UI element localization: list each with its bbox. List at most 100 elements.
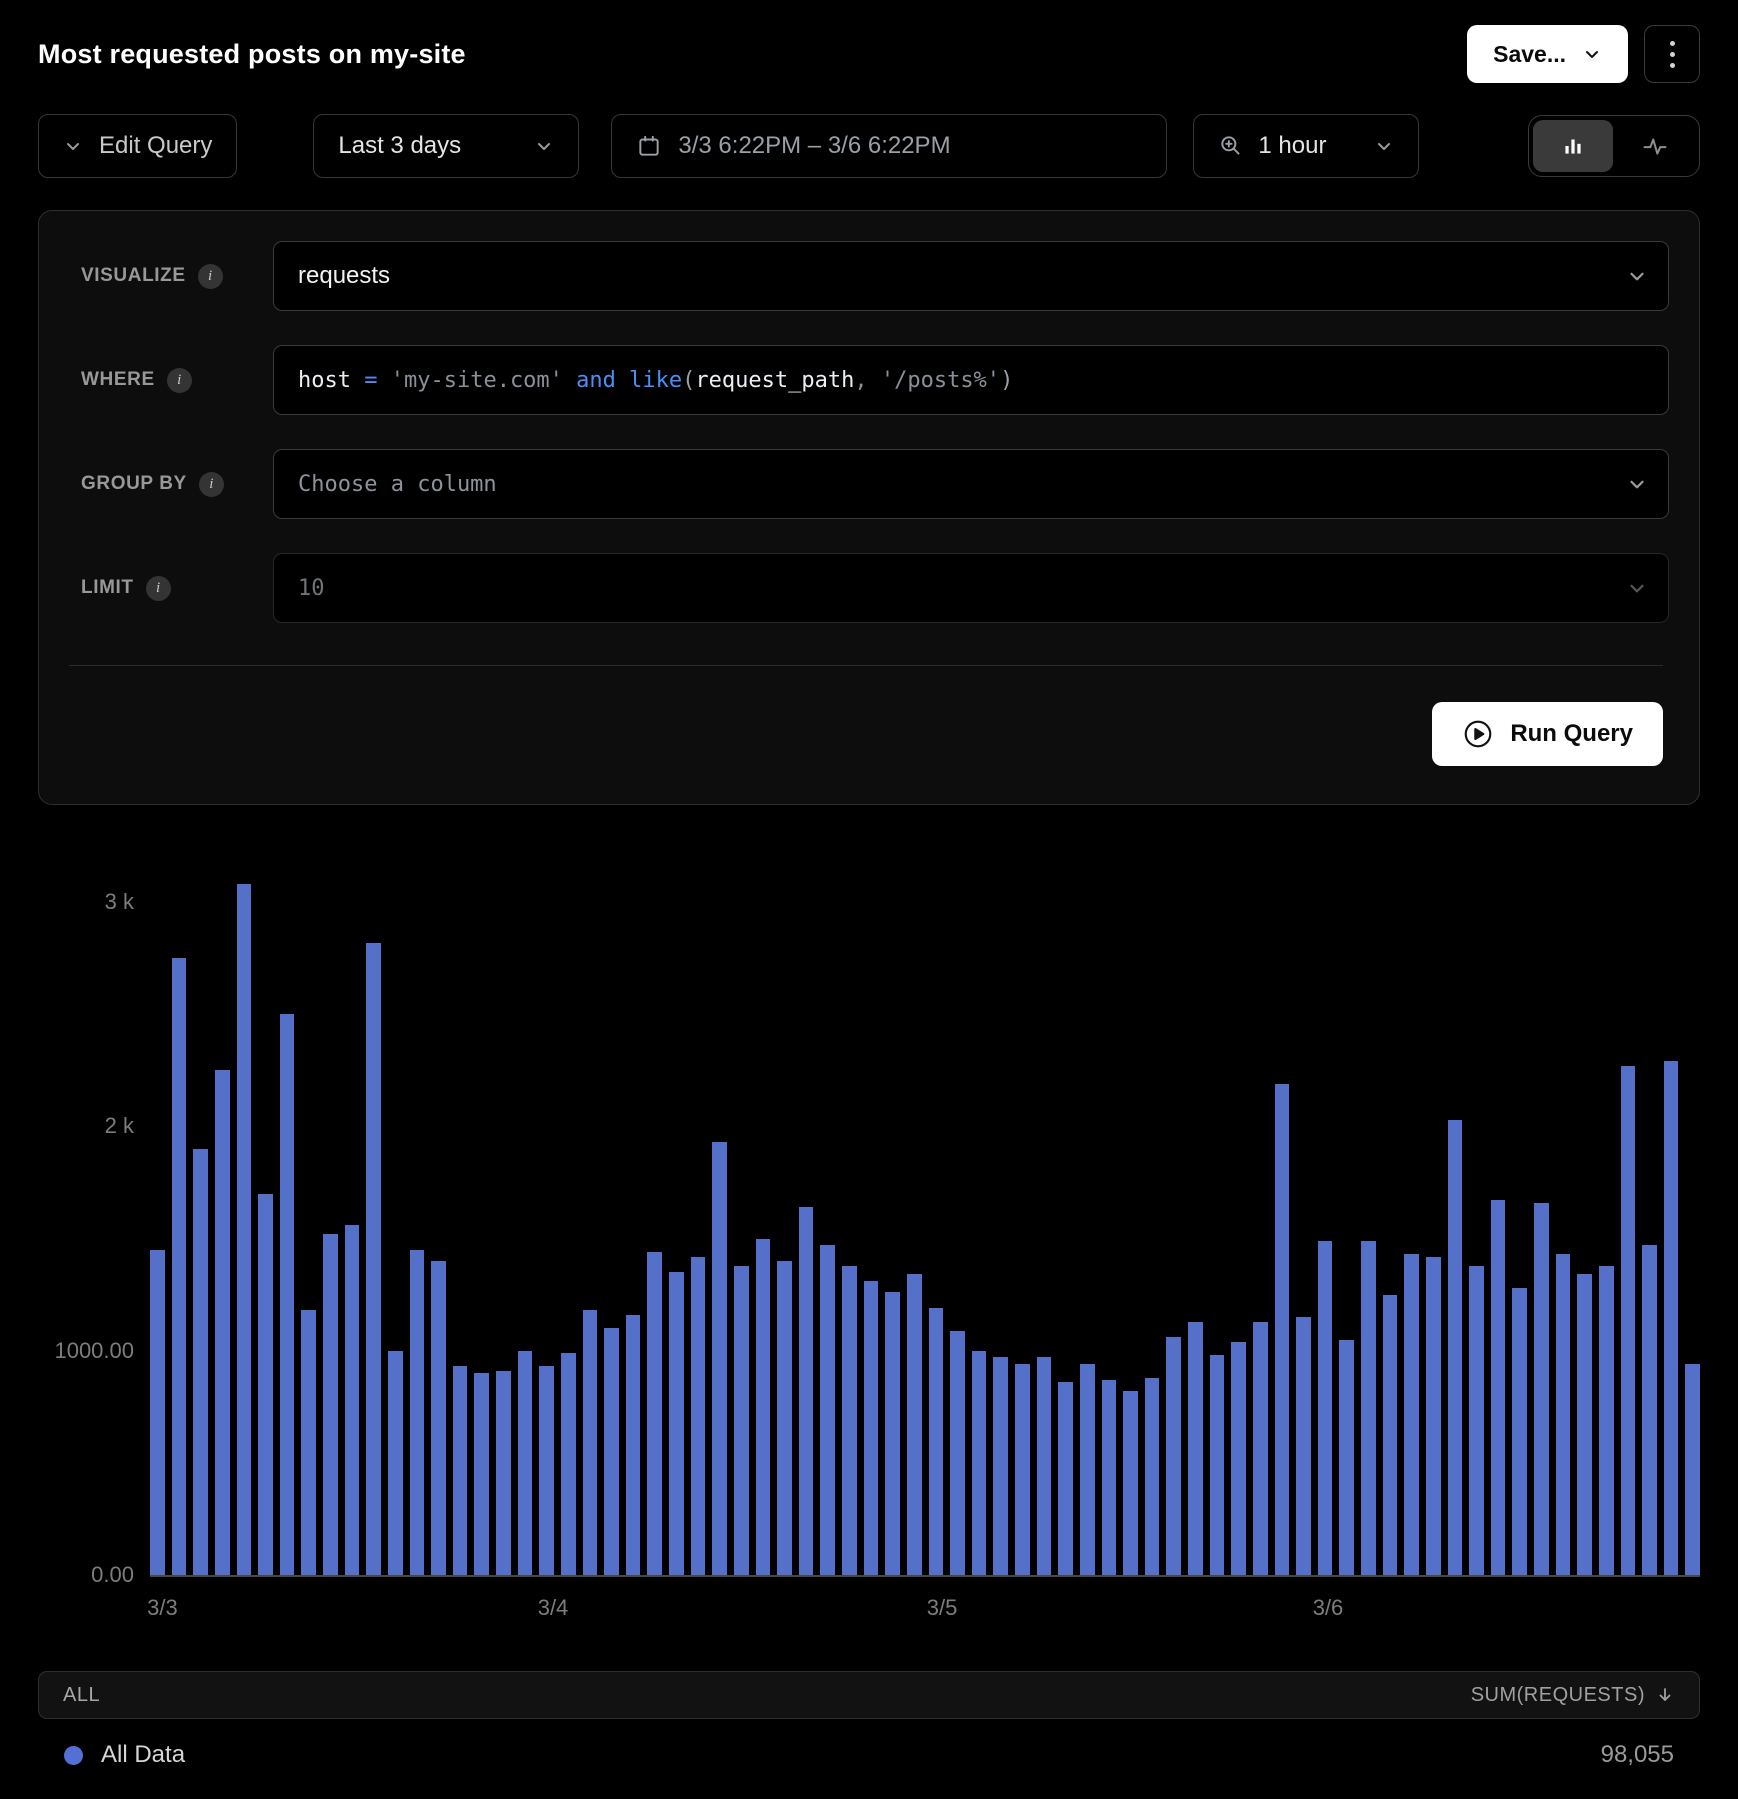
save-button[interactable]: Save... <box>1467 25 1628 83</box>
chart-bar[interactable] <box>885 1292 900 1575</box>
info-icon[interactable]: i <box>146 576 171 601</box>
where-input[interactable]: host = 'my-site.com' and like(request_pa… <box>273 345 1669 415</box>
where-label: WHERE <box>81 369 155 391</box>
chart-bar[interactable] <box>1491 1200 1506 1575</box>
chart-bar[interactable] <box>950 1331 965 1575</box>
chart-bar[interactable] <box>820 1245 835 1575</box>
chart-bar[interactable] <box>1404 1254 1419 1575</box>
series-row-all-data[interactable]: All Data 98,055 <box>38 1735 1700 1769</box>
chart-bar[interactable] <box>1426 1257 1441 1575</box>
chart-bar[interactable] <box>518 1351 533 1575</box>
chart-bar[interactable] <box>431 1261 446 1575</box>
chart-bar[interactable] <box>626 1315 641 1575</box>
chart-bar[interactable] <box>1642 1245 1657 1575</box>
chart-bar[interactable] <box>474 1373 489 1575</box>
chart-bar[interactable] <box>453 1366 468 1575</box>
time-range-preset-value: Last 3 days <box>338 132 461 160</box>
chart-bar[interactable] <box>1275 1084 1290 1575</box>
chart-bar[interactable] <box>1664 1061 1679 1575</box>
more-options-button[interactable] <box>1644 25 1700 83</box>
visualize-value: requests <box>298 262 390 290</box>
chart-bar[interactable] <box>907 1274 922 1575</box>
chart-bar[interactable] <box>842 1266 857 1575</box>
chart-bar[interactable] <box>366 943 381 1575</box>
chart-bar[interactable] <box>1318 1241 1333 1575</box>
time-range-preset-dropdown[interactable]: Last 3 days <box>313 114 579 178</box>
bar-chart-toggle[interactable] <box>1533 120 1613 172</box>
chart-bar[interactable] <box>410 1250 425 1575</box>
chart-bar[interactable] <box>1534 1203 1549 1575</box>
limit-input[interactable]: 10 <box>273 553 1669 623</box>
chart-bar[interactable] <box>1621 1066 1636 1575</box>
info-icon[interactable]: i <box>198 264 223 289</box>
chart-bar[interactable] <box>712 1142 727 1575</box>
chart-bar[interactable] <box>215 1070 230 1575</box>
run-query-button[interactable]: Run Query <box>1432 702 1663 766</box>
chart-bar[interactable] <box>1166 1337 1181 1575</box>
chart-bar[interactable] <box>1058 1382 1073 1575</box>
chart-bar[interactable] <box>777 1261 792 1575</box>
chart-bar[interactable] <box>561 1353 576 1575</box>
limit-row: LIMIT i 10 <box>63 553 1669 623</box>
chart-bar[interactable] <box>539 1366 554 1575</box>
chart-bar[interactable] <box>756 1239 771 1575</box>
chart-bar[interactable] <box>799 1207 814 1575</box>
chart-bar[interactable] <box>172 958 187 1575</box>
chart-bar[interactable] <box>929 1308 944 1575</box>
chart-bar[interactable] <box>1123 1391 1138 1575</box>
chart-bar[interactable] <box>1080 1364 1095 1575</box>
chart-bar[interactable] <box>237 884 252 1575</box>
edit-query-button[interactable]: Edit Query <box>38 114 237 178</box>
line-chart-toggle[interactable] <box>1615 120 1695 172</box>
chart-bar[interactable] <box>496 1371 511 1575</box>
chart-bar[interactable] <box>1556 1254 1571 1575</box>
y-axis-tick: 1000.00 <box>38 1340 134 1362</box>
chart-bar[interactable] <box>1512 1288 1527 1575</box>
chart-bar[interactable] <box>1188 1322 1203 1575</box>
chart-bar[interactable] <box>669 1272 684 1575</box>
chart-bar[interactable] <box>1361 1241 1376 1575</box>
chart-bar[interactable] <box>1253 1322 1268 1575</box>
chart-bar[interactable] <box>1383 1295 1398 1575</box>
y-axis-tick: 0.00 <box>38 1564 134 1586</box>
info-icon[interactable]: i <box>199 472 224 497</box>
chart-bar[interactable] <box>1015 1364 1030 1575</box>
chevron-down-icon <box>534 136 554 156</box>
chart-bar[interactable] <box>691 1257 706 1575</box>
chart-bar[interactable] <box>345 1225 360 1575</box>
chart-bar[interactable] <box>993 1357 1008 1575</box>
group-by-input[interactable]: Choose a column <box>273 449 1669 519</box>
chart-bar[interactable] <box>301 1310 316 1575</box>
chart-bar[interactable] <box>1448 1120 1463 1575</box>
chart-bar[interactable] <box>1599 1266 1614 1575</box>
chart-bar[interactable] <box>864 1281 879 1575</box>
chart-bar[interactable] <box>1102 1380 1117 1575</box>
chart-bar[interactable] <box>193 1149 208 1575</box>
series-color-dot <box>64 1746 83 1765</box>
chart-bar[interactable] <box>1469 1266 1484 1575</box>
chart-bar[interactable] <box>604 1328 619 1575</box>
chart-bar[interactable] <box>1685 1364 1700 1575</box>
chart-bar[interactable] <box>1145 1378 1160 1575</box>
chart-bar[interactable] <box>1210 1355 1225 1575</box>
chart-bar[interactable] <box>323 1234 338 1575</box>
chart-bar[interactable] <box>1577 1274 1592 1575</box>
chart-bar[interactable] <box>1296 1317 1311 1575</box>
chart-plot-area[interactable]: 0.001000.002 k3 k <box>150 867 1700 1575</box>
sum-requests-sort-header[interactable]: SUM(REQUESTS) <box>1471 1684 1675 1707</box>
chart-bar[interactable] <box>972 1351 987 1575</box>
interval-dropdown[interactable]: 1 hour <box>1193 114 1419 178</box>
chart-bar[interactable] <box>734 1266 749 1575</box>
chart-bar[interactable] <box>150 1250 165 1575</box>
chart-bar[interactable] <box>1037 1357 1052 1575</box>
chart-bar[interactable] <box>258 1194 273 1575</box>
chart-bar[interactable] <box>280 1014 295 1575</box>
visualize-input[interactable]: requests <box>273 241 1669 311</box>
chart-bar[interactable] <box>1339 1340 1354 1575</box>
info-icon[interactable]: i <box>167 368 192 393</box>
chart-bar[interactable] <box>583 1310 598 1575</box>
date-range-button[interactable]: 3/3 6:22PM – 3/6 6:22PM <box>611 114 1167 178</box>
chart-bar[interactable] <box>388 1351 403 1575</box>
chart-bar[interactable] <box>1231 1342 1246 1575</box>
chart-bar[interactable] <box>647 1252 662 1575</box>
